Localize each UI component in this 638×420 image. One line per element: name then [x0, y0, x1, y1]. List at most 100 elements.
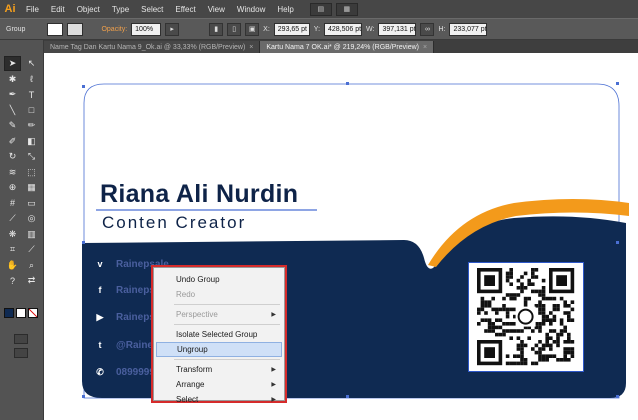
- artboard-tool-icon[interactable]: ⌗: [4, 242, 21, 257]
- hand-tool-icon[interactable]: ✋: [4, 258, 21, 273]
- opacity-label[interactable]: Opacity:: [101, 26, 127, 33]
- artboard-canvas[interactable]: Riana Ali Nurdin Conten Creator v Rainep…: [44, 53, 638, 420]
- menu-item-label: Ungroup: [177, 345, 208, 354]
- tab-label: Name Tag Dan Kartu Nama 9_Ok.ai @ 33,33%…: [50, 43, 246, 51]
- menu-item-label: Select: [176, 395, 199, 404]
- menu-help[interactable]: Help: [271, 5, 299, 14]
- menu-file[interactable]: File: [20, 5, 45, 14]
- menu-separator: [174, 324, 280, 325]
- tab-document-2[interactable]: Kartu Nama 7 OK.ai* @ 219,24% (RGB/Previ…: [260, 41, 435, 53]
- qr-code-image: [477, 268, 575, 366]
- menu-edit[interactable]: Edit: [45, 5, 71, 14]
- submenu-arrow-icon: ▶: [271, 397, 276, 403]
- menu-object[interactable]: Object: [71, 5, 106, 14]
- menu-item-label: Redo: [176, 290, 196, 299]
- menu-separator: [174, 359, 280, 360]
- align-icon[interactable]: ▮: [209, 22, 224, 36]
- w-input[interactable]: 397,131 pt: [378, 22, 417, 36]
- menu-separator: [174, 304, 280, 305]
- stroke-color-swatch[interactable]: [16, 308, 26, 318]
- submenu-arrow-icon: ▶: [271, 382, 276, 388]
- gradient-tool-icon[interactable]: ▭: [23, 196, 40, 211]
- menu-item-arrange[interactable]: Arrange ▶: [154, 377, 284, 392]
- rotate-tool-icon[interactable]: ↻: [4, 149, 21, 164]
- menu-window[interactable]: Window: [231, 5, 271, 14]
- arrange-documents-icon[interactable]: ▦: [335, 2, 358, 16]
- fill-color-swatch[interactable]: [4, 308, 14, 318]
- menu-item-label: Perspective: [176, 310, 218, 319]
- screen-mode-icon[interactable]: [14, 348, 28, 358]
- magic-wand-tool-icon[interactable]: ✱: [4, 72, 21, 87]
- y-input[interactable]: 428,506 pt: [324, 22, 363, 36]
- submenu-arrow-icon: ▶: [271, 312, 276, 318]
- column-graph-tool-icon[interactable]: ▥: [23, 227, 40, 242]
- width-tool-icon[interactable]: ≋: [4, 165, 21, 180]
- pencil-tool-icon[interactable]: ✏: [23, 118, 40, 133]
- menu-type[interactable]: Type: [106, 5, 135, 14]
- opacity-input[interactable]: 100%: [131, 22, 162, 36]
- slice-tool-icon[interactable]: ⟋: [23, 242, 40, 257]
- menu-item-perspective: Perspective ▶: [154, 307, 284, 322]
- symbol-sprayer-tool-icon[interactable]: ❋: [4, 227, 21, 242]
- menu-view[interactable]: View: [202, 5, 231, 14]
- help-icon[interactable]: ?: [4, 273, 21, 288]
- bridge-icon[interactable]: ▤: [309, 2, 332, 16]
- phone-icon: ✆: [96, 366, 104, 377]
- x-input[interactable]: 293,65 pt: [273, 22, 310, 36]
- rectangle-tool-icon[interactable]: □: [23, 103, 40, 118]
- app-logo: Ai: [4, 3, 16, 15]
- zoom-tool-icon[interactable]: ⌕: [23, 258, 40, 273]
- card-name: Riana Ali Nurdin: [100, 180, 299, 208]
- distribute-icon[interactable]: ▯: [227, 22, 242, 36]
- mesh-tool-icon[interactable]: #: [4, 196, 21, 211]
- swap-colors-icon[interactable]: ⇄: [23, 273, 40, 288]
- link-icon[interactable]: ∞: [420, 22, 435, 36]
- close-icon[interactable]: ×: [423, 44, 427, 51]
- eraser-tool-icon[interactable]: ◧: [23, 134, 40, 149]
- menu-item-transform[interactable]: Transform ▶: [154, 362, 284, 377]
- direct-selection-tool-icon[interactable]: ↖: [23, 56, 40, 71]
- menu-item-ungroup[interactable]: Ungroup: [156, 342, 282, 357]
- stroke-swatch[interactable]: [67, 22, 84, 36]
- shape-builder-tool-icon[interactable]: ⊕: [4, 180, 21, 195]
- qr-code: [468, 262, 584, 372]
- pen-tool-icon[interactable]: ✒: [4, 87, 21, 102]
- perspective-grid-tool-icon[interactable]: ▦: [23, 180, 40, 195]
- scale-tool-icon[interactable]: ⤡: [23, 149, 40, 164]
- document-tabs: Name Tag Dan Kartu Nama 9_Ok.ai @ 33,33%…: [44, 40, 638, 53]
- blob-brush-tool-icon[interactable]: ✐: [4, 134, 21, 149]
- menu-item-select[interactable]: Select ▶: [154, 392, 284, 407]
- youtube-icon: ▶: [96, 311, 104, 322]
- none-color-icon[interactable]: [28, 308, 38, 318]
- free-transform-tool-icon[interactable]: ⬚: [23, 165, 40, 180]
- lasso-tool-icon[interactable]: ℓ: [23, 72, 40, 87]
- selection-type-label: Group: [6, 25, 26, 33]
- selection-tool-icon[interactable]: ➤: [4, 56, 21, 71]
- eyedropper-tool-icon[interactable]: ⟋: [4, 211, 21, 226]
- line-tool-icon[interactable]: ╲: [4, 103, 21, 118]
- vimeo-icon: v: [97, 259, 103, 269]
- menu-select[interactable]: Select: [135, 5, 169, 14]
- tools-panel: ➤ ↖ ✱ ℓ ✒ T ╲ □ ✎ ✏ ✐ ◧ ↻ ⤡ ≋ ⬚ ⊕ ▦ # ▭ …: [0, 40, 44, 420]
- tab-label: Kartu Nama 7 OK.ai* @ 219,24% (RGB/Previ…: [266, 43, 419, 51]
- h-input[interactable]: 233,077 pt: [449, 22, 488, 36]
- card-role: Conten Creator: [102, 213, 247, 232]
- menu-item-undo-group[interactable]: Undo Group: [154, 272, 284, 287]
- fill-swatch[interactable]: [47, 22, 64, 36]
- draw-mode-icon[interactable]: [14, 334, 28, 344]
- type-tool-icon[interactable]: T: [23, 87, 40, 102]
- menu-effect[interactable]: Effect: [169, 5, 201, 14]
- transform-icon[interactable]: ▣: [245, 22, 260, 36]
- menu-item-label: Undo Group: [176, 275, 220, 284]
- close-icon[interactable]: ×: [249, 44, 253, 51]
- menu-item-label: Isolate Selected Group: [176, 330, 258, 339]
- color-swatches: [4, 308, 40, 324]
- context-menu: Undo Group Redo Perspective ▶ Isolate Sel…: [153, 267, 285, 404]
- menu-item-label: Transform: [176, 365, 213, 374]
- blend-tool-icon[interactable]: ◎: [23, 211, 40, 226]
- tab-document-1[interactable]: Name Tag Dan Kartu Nama 9_Ok.ai @ 33,33%…: [44, 41, 261, 53]
- menu-item-isolate-selected-group[interactable]: Isolate Selected Group: [154, 327, 284, 342]
- opacity-dropdown-icon[interactable]: ▸: [165, 22, 180, 36]
- paintbrush-tool-icon[interactable]: ✎: [4, 118, 21, 133]
- menu-item-label: Arrange: [176, 380, 205, 389]
